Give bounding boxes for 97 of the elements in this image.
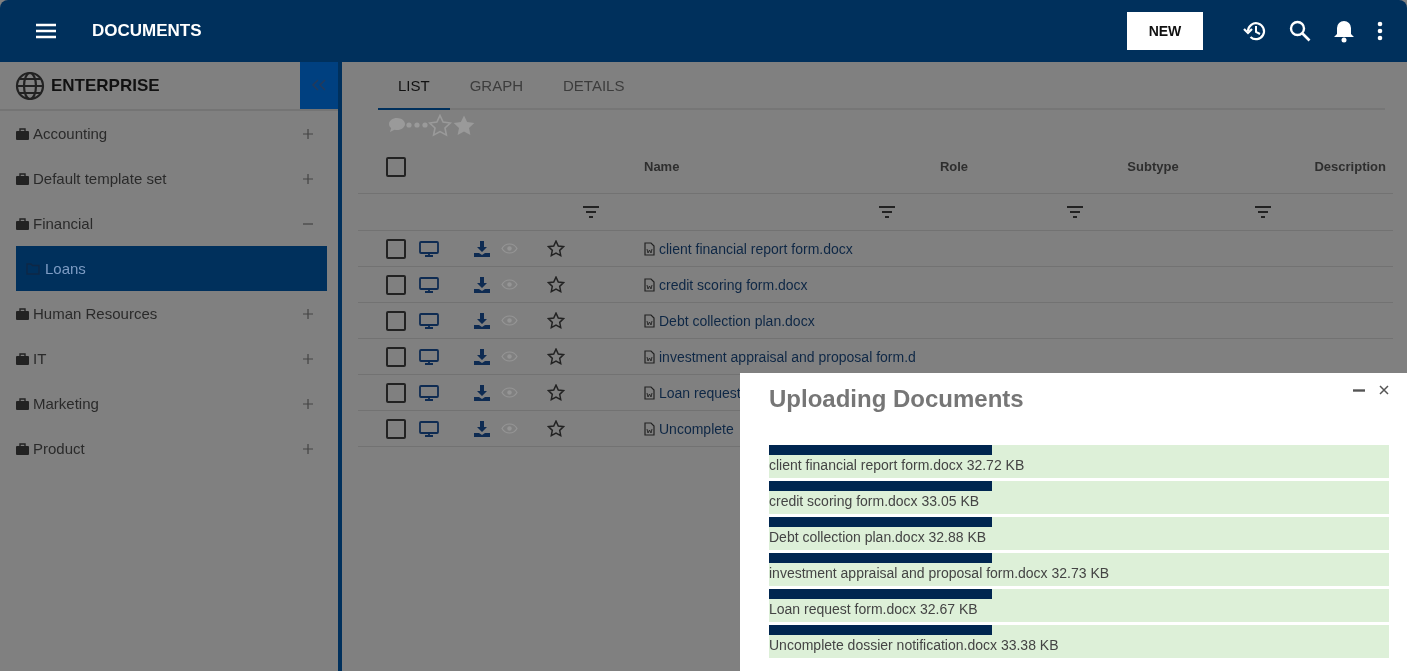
tree-item[interactable]: Default template set <box>0 156 338 201</box>
new-button[interactable]: NEW <box>1127 12 1203 50</box>
filter-icon[interactable] <box>879 206 895 218</box>
row-checkbox[interactable] <box>386 418 406 439</box>
select-all-checkbox[interactable] <box>386 156 406 177</box>
star-outline-icon[interactable] <box>547 276 565 293</box>
tab[interactable]: DETAILS <box>543 62 645 110</box>
word-file-icon <box>644 313 655 328</box>
word-file-icon <box>644 421 655 436</box>
column-header[interactable]: Name <box>644 159 844 174</box>
briefcase-icon <box>16 217 29 230</box>
download-icon[interactable] <box>474 384 490 401</box>
upload-file-label: Debt collection plan.docx 32.88 KB <box>769 528 988 547</box>
tree-item-label: Human Resources <box>33 305 158 322</box>
star-outline-icon[interactable] <box>547 240 565 257</box>
filter-icon[interactable] <box>583 206 599 218</box>
workspace-title: ENTERPRISE <box>51 75 160 96</box>
chevrons-left-icon <box>311 79 327 91</box>
upload-file-label: investment appraisal and proposal form.docx 32.73 KB <box>769 564 1111 583</box>
file-name-link[interactable]: Loan request <box>659 384 741 401</box>
star-outline-icon[interactable] <box>547 312 565 329</box>
filter-icon[interactable] <box>1067 206 1083 218</box>
row-checkbox[interactable] <box>386 238 406 259</box>
menu-icon[interactable] <box>36 23 56 39</box>
briefcase-icon <box>16 352 29 365</box>
word-file-icon <box>644 385 655 400</box>
tree-item[interactable]: Accounting <box>0 111 338 156</box>
row-checkbox[interactable] <box>386 382 406 403</box>
monitor-icon[interactable] <box>419 348 439 365</box>
download-icon[interactable] <box>474 348 490 365</box>
column-header[interactable]: Description <box>1242 159 1386 174</box>
expand-icon[interactable] <box>302 307 314 320</box>
expand-icon[interactable] <box>302 442 314 455</box>
app-title: DOCUMENTS <box>92 21 202 41</box>
star-outline-icon[interactable] <box>547 348 565 365</box>
file-name-link[interactable]: client financial report form.docx <box>659 240 853 257</box>
expand-icon[interactable] <box>302 127 314 140</box>
bell-icon[interactable] <box>1333 19 1355 43</box>
expand-icon[interactable] <box>302 397 314 410</box>
tree-item[interactable]: Marketing <box>0 381 338 426</box>
more-icon[interactable] <box>1377 21 1383 41</box>
word-file-icon <box>644 241 655 256</box>
file-name-link[interactable]: Debt collection plan.docx <box>659 312 815 329</box>
download-icon[interactable] <box>474 420 490 437</box>
download-icon[interactable] <box>474 276 490 293</box>
briefcase-icon <box>16 127 29 140</box>
download-icon[interactable] <box>474 312 490 329</box>
file-name-link[interactable]: credit scoring form.docx <box>659 276 808 293</box>
briefcase-icon <box>16 397 29 410</box>
close-icon[interactable] <box>1379 385 1389 395</box>
row-checkbox[interactable] <box>386 346 406 367</box>
word-file-icon <box>644 277 655 292</box>
tree-item[interactable]: Human Resources <box>0 291 338 336</box>
tree-item-label: IT <box>33 350 47 367</box>
star-outline-icon[interactable] <box>547 384 565 401</box>
filter-icon[interactable] <box>1255 206 1271 218</box>
file-name-link[interactable]: Uncomplete <box>659 420 734 437</box>
row-checkbox[interactable] <box>386 274 406 295</box>
row-checkbox[interactable] <box>386 310 406 331</box>
star-outline-icon[interactable] <box>428 113 452 137</box>
tree-item[interactable]: Product <box>0 426 338 471</box>
word-file-icon <box>644 349 655 364</box>
history-icon[interactable] <box>1243 20 1267 42</box>
tab[interactable]: GRAPH <box>449 62 544 110</box>
monitor-icon[interactable] <box>419 384 439 401</box>
star-outline-icon[interactable] <box>547 420 565 437</box>
search-icon[interactable] <box>1289 20 1311 42</box>
expand-icon[interactable] <box>302 172 314 185</box>
download-icon[interactable] <box>474 240 490 257</box>
minimize-icon[interactable] <box>1353 388 1365 392</box>
tree-item-label: Default template set <box>33 170 167 187</box>
tree-item-label: Product <box>33 440 85 457</box>
upload-file-label: credit scoring form.docx 33.05 KB <box>769 492 981 511</box>
monitor-icon[interactable] <box>419 312 439 329</box>
expand-icon[interactable] <box>302 352 314 365</box>
briefcase-icon <box>16 172 29 185</box>
file-name-link[interactable]: investment appraisal and proposal form.d <box>659 348 916 365</box>
tree-item[interactable]: Loans <box>16 246 327 291</box>
tab[interactable]: LIST <box>378 62 450 110</box>
tree-item-label: Marketing <box>33 395 99 412</box>
upload-file-label: client financial report form.docx 32.72 KB <box>769 456 1026 475</box>
column-header[interactable]: Role <box>844 159 1064 174</box>
monitor-icon[interactable] <box>419 240 439 257</box>
upload-file-label: Uncomplete dossier notification.docx 33.38 KB <box>769 636 1060 655</box>
column-header[interactable]: Subtype <box>1064 159 1242 174</box>
monitor-icon[interactable] <box>419 276 439 293</box>
tree-item[interactable]: IT <box>0 336 338 381</box>
upload-file-label: Loan request form.docx 32.67 KB <box>769 600 979 619</box>
dialog-title: Uploading Documents <box>769 385 1024 413</box>
tree-item-label: Financial <box>33 215 94 232</box>
briefcase-icon <box>16 442 29 455</box>
briefcase-icon <box>16 307 29 320</box>
tree-item-label: Loans <box>45 260 86 277</box>
tree-item-label: Accounting <box>33 125 108 142</box>
monitor-icon[interactable] <box>419 420 439 437</box>
tree-item[interactable]: Financial <box>0 201 338 246</box>
globe-icon <box>15 70 45 101</box>
